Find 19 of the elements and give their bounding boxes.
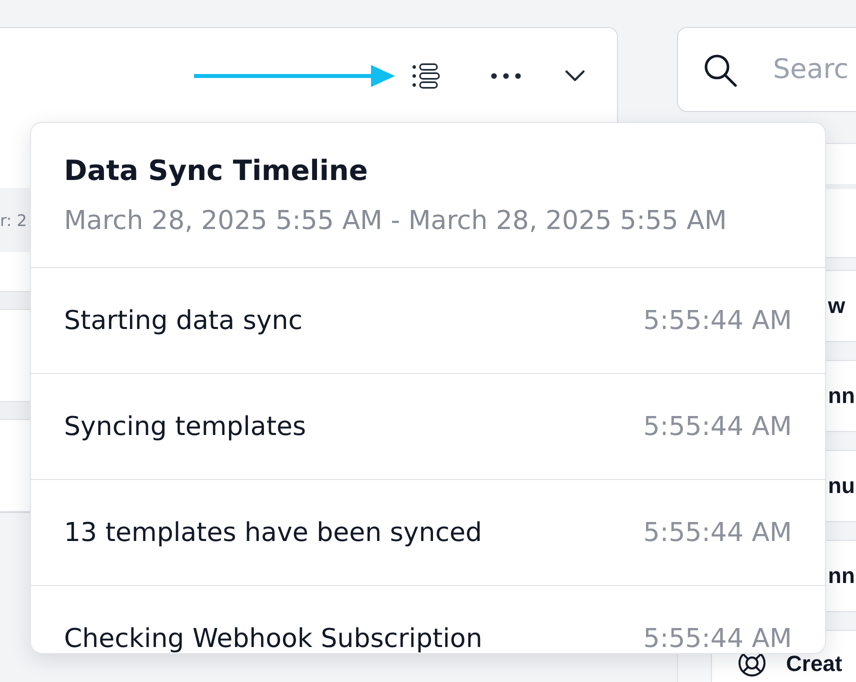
card-title: nn [828, 383, 855, 409]
chevron-down-icon[interactable] [565, 70, 585, 82]
info-text: r: 2 [0, 210, 27, 230]
more-icon[interactable] [491, 73, 521, 79]
search-field[interactable]: Searc [677, 27, 856, 112]
event-time: 5:55:44 AM [643, 412, 792, 442]
event-time: 5:55:44 AM [643, 306, 792, 336]
event-message: Syncing templates [64, 412, 306, 442]
card-title: w [828, 293, 846, 319]
popover-title: Data Sync Timeline [64, 154, 369, 188]
event-time: 5:55:44 AM [643, 518, 792, 548]
event-message: 13 templates have been synced [64, 518, 482, 548]
date-range: March 28, 2025 5:55 AM - March 28, 2025 5:55 AM [64, 205, 728, 237]
search-icon [703, 53, 737, 87]
card-title: nn [828, 563, 855, 589]
event-message: Checking Webhook Subscription [64, 624, 482, 653]
card-title: nu [828, 473, 855, 499]
event-message: Starting data sync [64, 306, 303, 336]
timeline-list-icon[interactable] [412, 63, 440, 89]
